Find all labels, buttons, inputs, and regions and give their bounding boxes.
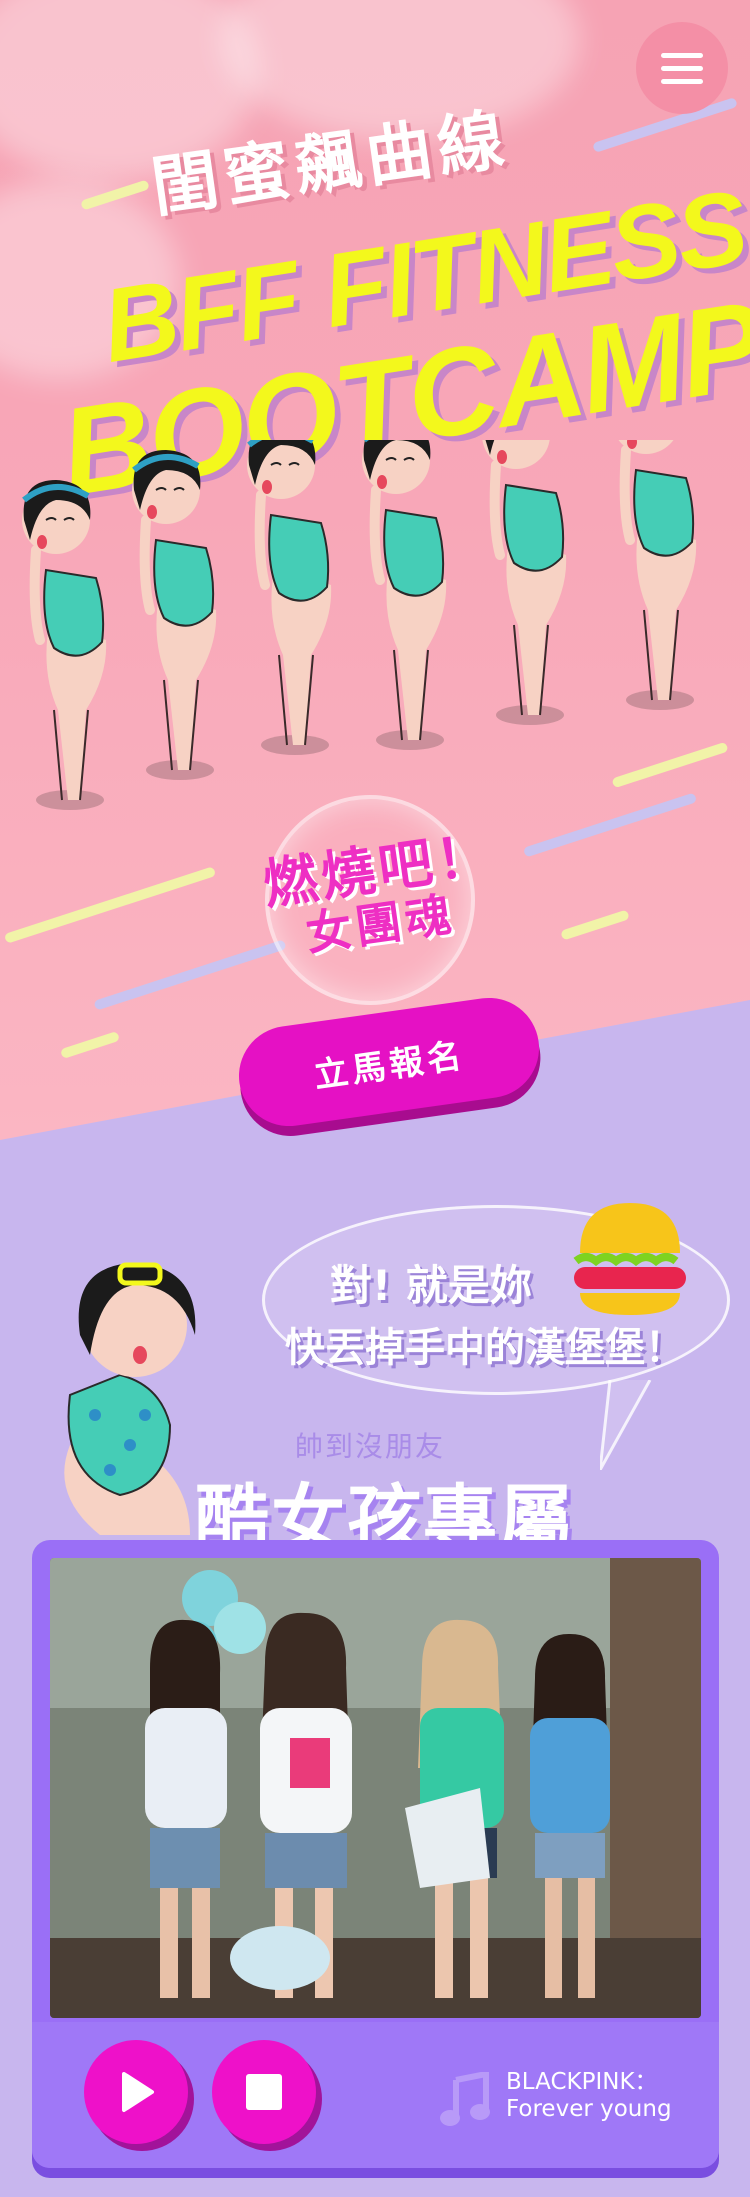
hamburger-menu-icon xyxy=(661,52,703,58)
music-video-frame[interactable] xyxy=(50,1558,701,2018)
stop-icon xyxy=(246,2074,282,2110)
section-subtitle: 帥到沒朋友 xyxy=(295,1430,446,1463)
song-title: Forever young xyxy=(506,2096,672,2122)
video-scene-image xyxy=(50,1558,701,2018)
hamburger-menu-icon xyxy=(661,78,703,84)
player-controls: BLACKPINK： Forever young xyxy=(32,2022,719,2168)
stop-button[interactable] xyxy=(212,2040,316,2144)
streak-decoration xyxy=(3,866,217,944)
hamburger-menu-icon xyxy=(661,65,703,71)
music-note-icon xyxy=(440,2072,490,2126)
music-video-player: BLACKPINK： Forever young xyxy=(32,1540,719,2168)
streak-decoration xyxy=(93,939,287,1011)
play-button[interactable] xyxy=(84,2040,188,2144)
hero-section: 閨蜜飆曲線 BFF FITNESS BOOTCAMP! 燃燒吧！ 女團魂 xyxy=(0,0,750,1140)
streak-decoration xyxy=(59,1030,121,1060)
streak-decoration xyxy=(560,909,630,941)
play-icon xyxy=(122,2072,154,2112)
burger-icon xyxy=(573,1203,686,1315)
speech-bubble-line1: 對! 就是妳 xyxy=(330,1261,532,1310)
speech-bubble-line2: 快丟掉手中的漢堡堡！ xyxy=(285,1325,685,1371)
song-artist: BLACKPINK： xyxy=(506,2069,658,2095)
hamburger-menu-button[interactable] xyxy=(636,22,728,114)
speech-bubble-tail xyxy=(600,1380,652,1470)
dancing-girls-illustration xyxy=(10,440,740,830)
